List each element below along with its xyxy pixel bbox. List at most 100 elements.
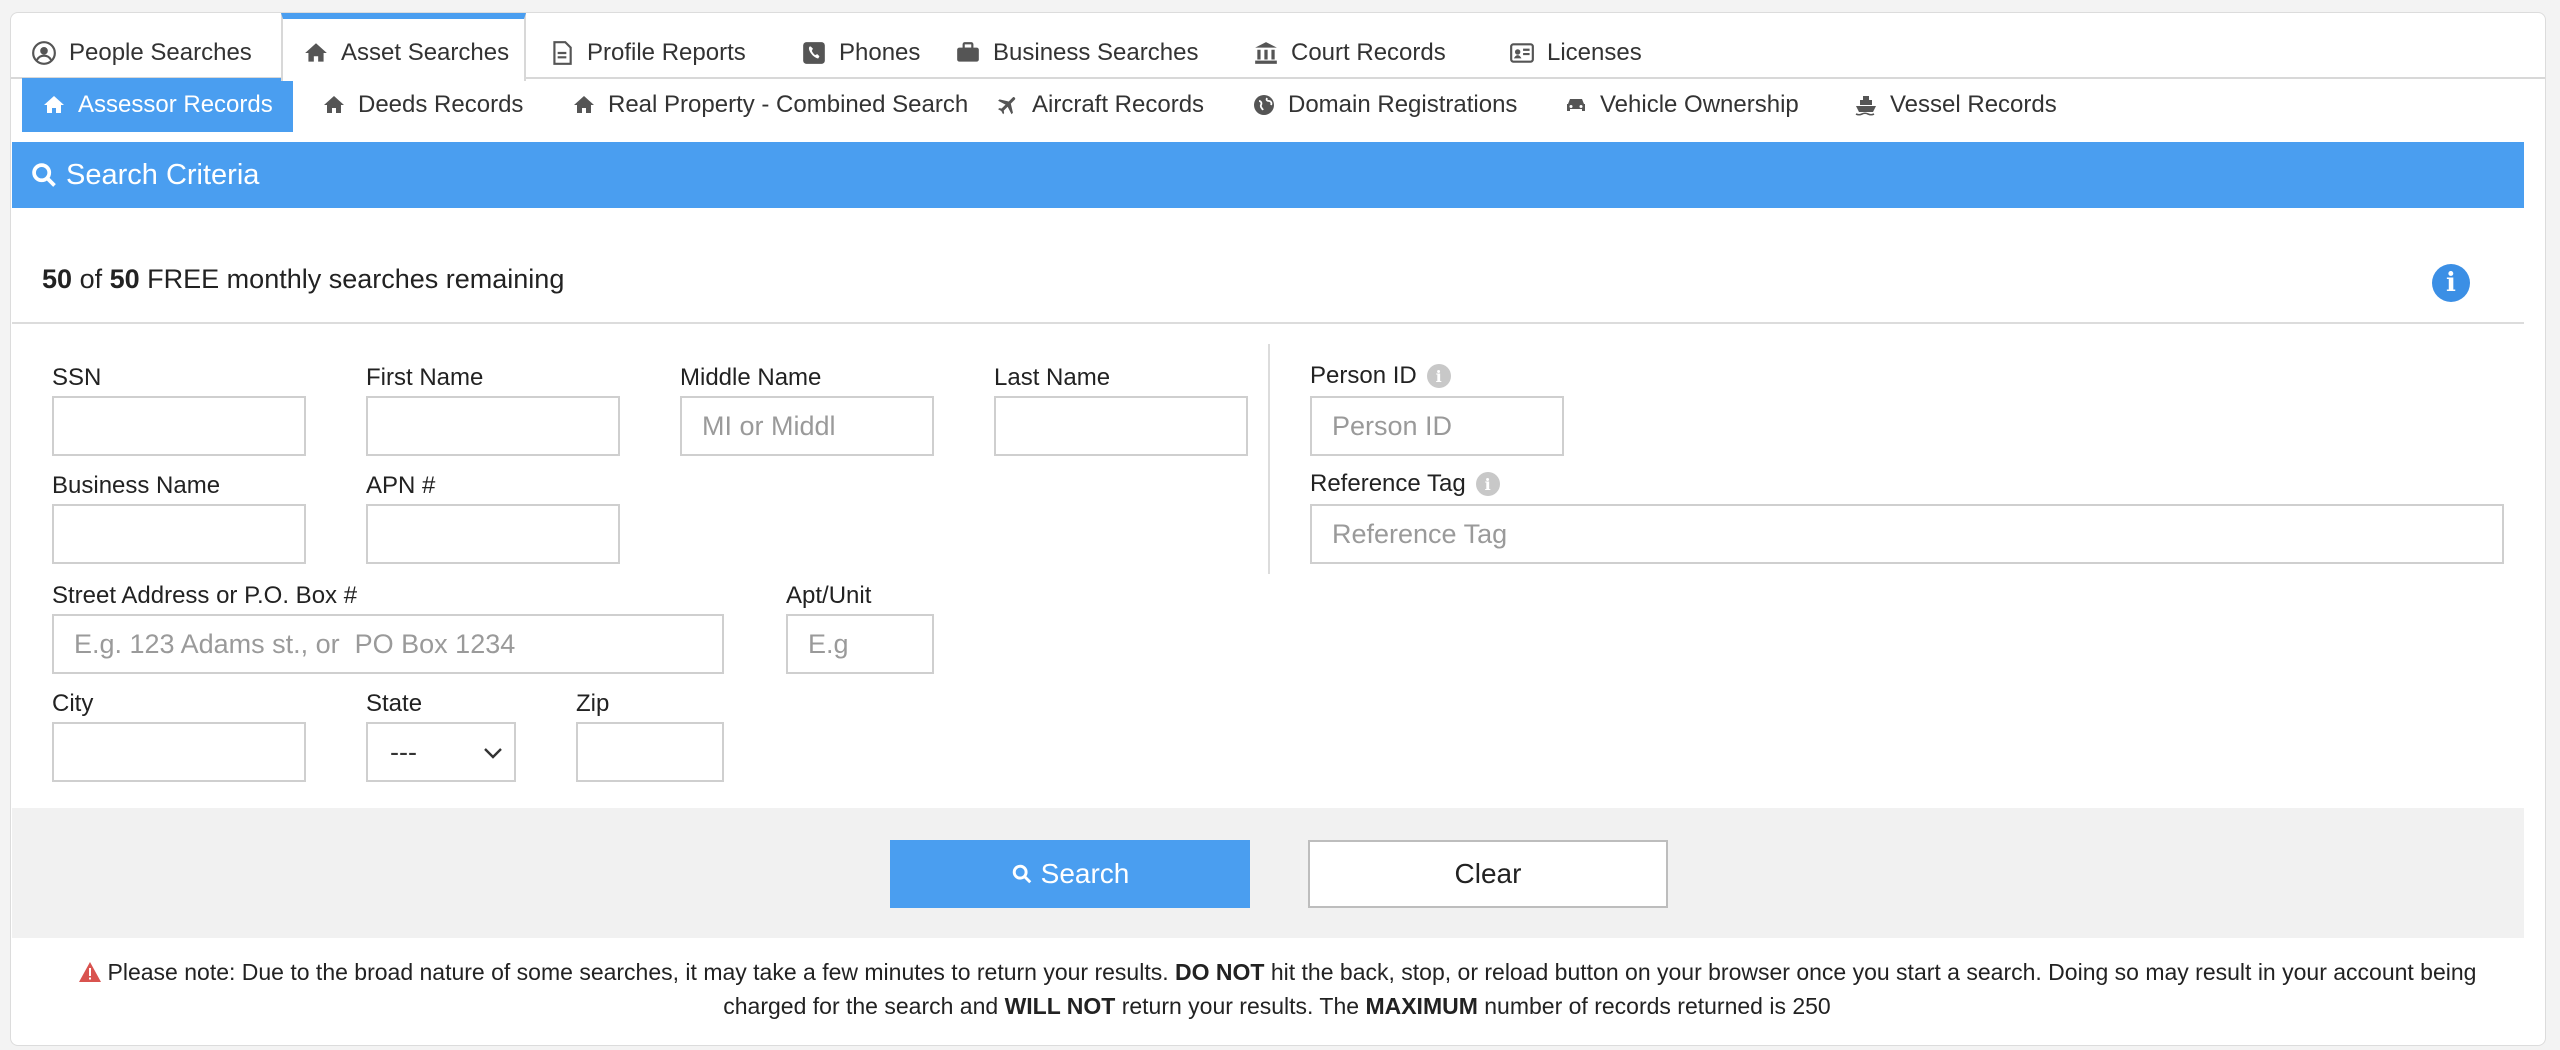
business-name-input[interactable] bbox=[52, 504, 306, 564]
tab-label: Asset Searches bbox=[341, 39, 510, 66]
id-card-icon bbox=[1510, 43, 1534, 63]
apt-unit-label: Apt/Unit bbox=[786, 582, 872, 609]
subtab-real-property[interactable]: Real Property - Combined Search bbox=[552, 78, 968, 132]
middle-name-input[interactable] bbox=[680, 396, 934, 456]
ship-icon bbox=[1855, 96, 1876, 116]
apt-unit-input[interactable] bbox=[786, 614, 934, 674]
subtab-domain-registrations[interactable]: Domain Registrations bbox=[1232, 78, 1517, 132]
plane-icon bbox=[998, 97, 1016, 115]
tab-label: Licenses bbox=[1547, 39, 1642, 66]
subtab-label: Deeds Records bbox=[358, 91, 524, 118]
zip-label: Zip bbox=[576, 690, 610, 717]
reference-tag-label-row: Reference Tag i bbox=[1310, 470, 1500, 498]
person-id-label-row: Person ID i bbox=[1310, 362, 1451, 390]
note-text: Please note: Due to the broad nature of … bbox=[107, 959, 1169, 985]
car-icon bbox=[1567, 99, 1585, 111]
business-name-label: Business Name bbox=[52, 472, 221, 499]
first-name-label: First Name bbox=[366, 364, 484, 391]
briefcase-icon bbox=[957, 42, 979, 62]
searches-remaining-text: FREE monthly searches remaining bbox=[147, 264, 565, 294]
home-icon bbox=[305, 43, 327, 62]
city-label: City bbox=[52, 690, 94, 717]
search-criteria-header: Search Criteria bbox=[12, 142, 2524, 208]
state-label: State bbox=[366, 690, 423, 717]
middle-name-label: Middle Name bbox=[680, 364, 822, 391]
tab-label: Business Searches bbox=[993, 39, 1199, 66]
main-tabs: People Searches Asset Searches Profile R… bbox=[11, 13, 2545, 81]
tab-business-searches[interactable]: Business Searches bbox=[935, 25, 1198, 81]
subtab-label: Domain Registrations bbox=[1288, 91, 1518, 118]
searches-used: 50 bbox=[42, 264, 73, 294]
user-circle-icon bbox=[32, 41, 56, 65]
street-address-input[interactable] bbox=[52, 614, 724, 674]
note-text: number of records returned is 250 bbox=[1484, 993, 1831, 1019]
courthouse-icon bbox=[1255, 42, 1277, 64]
searches-of: of bbox=[79, 264, 103, 294]
ssn-label: SSN bbox=[52, 364, 102, 391]
sub-tabs: Assessor Records Deeds Records Real Prop… bbox=[12, 78, 2524, 132]
search-warning-note: Please note: Due to the broad nature of … bbox=[42, 955, 2512, 1023]
action-bar: Search Clear bbox=[12, 808, 2524, 938]
phone-icon bbox=[803, 42, 825, 64]
search-button[interactable]: Search bbox=[890, 840, 1250, 908]
home-icon bbox=[44, 96, 64, 113]
note-bold: MAXIMUM bbox=[1365, 993, 1478, 1019]
zip-input[interactable] bbox=[576, 722, 724, 782]
divider bbox=[12, 322, 2524, 324]
subtab-label: Vehicle Ownership bbox=[1600, 91, 1799, 118]
subtab-aircraft-records[interactable]: Aircraft Records bbox=[976, 78, 1204, 132]
state-selected-value: --- bbox=[390, 736, 417, 767]
reference-tag-input[interactable] bbox=[1310, 504, 2504, 564]
tab-profile-reports[interactable]: Profile Reports bbox=[529, 25, 746, 81]
subtab-label: Real Property - Combined Search bbox=[608, 91, 969, 118]
note-text: return your results. The bbox=[1121, 993, 1360, 1019]
reference-tag-info-icon[interactable]: i bbox=[1475, 472, 1500, 496]
person-id-input[interactable] bbox=[1310, 396, 1564, 456]
tab-people-searches[interactable]: People Searches bbox=[11, 25, 252, 81]
subtab-label: Assessor Records bbox=[78, 91, 273, 118]
home-icon bbox=[324, 96, 344, 113]
tab-court-records[interactable]: Court Records bbox=[1233, 25, 1446, 81]
globe-icon bbox=[1254, 95, 1274, 115]
warning-icon bbox=[78, 962, 101, 982]
note-bold: WILL NOT bbox=[1004, 993, 1116, 1019]
info-icon[interactable]: i bbox=[2432, 264, 2470, 302]
state-select[interactable]: --- bbox=[366, 722, 516, 782]
person-id-label: Person ID bbox=[1310, 362, 1417, 389]
search-criteria-title: Search Criteria bbox=[66, 158, 260, 191]
searches-total: 50 bbox=[109, 264, 140, 294]
apn-input[interactable] bbox=[366, 504, 620, 564]
search-icon bbox=[32, 163, 56, 187]
reference-tag-label: Reference Tag bbox=[1310, 470, 1466, 497]
document-icon bbox=[553, 41, 572, 65]
searches-remaining: 50 of 50 FREE monthly searches remaining bbox=[42, 264, 564, 295]
tab-licenses[interactable]: Licenses bbox=[1489, 25, 1642, 81]
clear-button[interactable]: Clear bbox=[1308, 840, 1668, 908]
search-button-label: Search bbox=[1040, 858, 1130, 889]
tab-label: Phones bbox=[839, 39, 921, 66]
apn-label: APN # bbox=[366, 472, 436, 499]
subtab-label: Vessel Records bbox=[1890, 91, 2057, 118]
note-bold: DO NOT bbox=[1175, 959, 1265, 985]
tab-label: Court Records bbox=[1291, 39, 1446, 66]
tab-asset-searches[interactable]: Asset Searches bbox=[281, 13, 526, 81]
tab-phones[interactable]: Phones bbox=[781, 25, 920, 81]
subtab-assessor-records[interactable]: Assessor Records bbox=[22, 78, 293, 132]
subtab-vehicle-ownership[interactable]: Vehicle Ownership bbox=[1544, 78, 1799, 132]
last-name-input[interactable] bbox=[994, 396, 1248, 456]
subtab-vessel-records[interactable]: Vessel Records bbox=[1834, 78, 2057, 132]
street-address-label: Street Address or P.O. Box # bbox=[52, 582, 358, 609]
subtab-label: Aircraft Records bbox=[1032, 91, 1205, 118]
search-icon bbox=[1012, 864, 1031, 884]
home-icon bbox=[574, 96, 594, 113]
tab-label: People Searches bbox=[69, 39, 252, 66]
first-name-input[interactable] bbox=[366, 396, 620, 456]
person-id-info-icon[interactable]: i bbox=[1426, 364, 1451, 388]
city-input[interactable] bbox=[52, 722, 306, 782]
tab-label: Profile Reports bbox=[587, 39, 746, 66]
clear-button-label: Clear bbox=[1454, 858, 1522, 889]
ssn-input[interactable] bbox=[52, 396, 306, 456]
divider bbox=[1268, 344, 1270, 574]
subtab-deeds-records[interactable]: Deeds Records bbox=[302, 78, 523, 132]
chevron-down-icon bbox=[484, 748, 502, 759]
